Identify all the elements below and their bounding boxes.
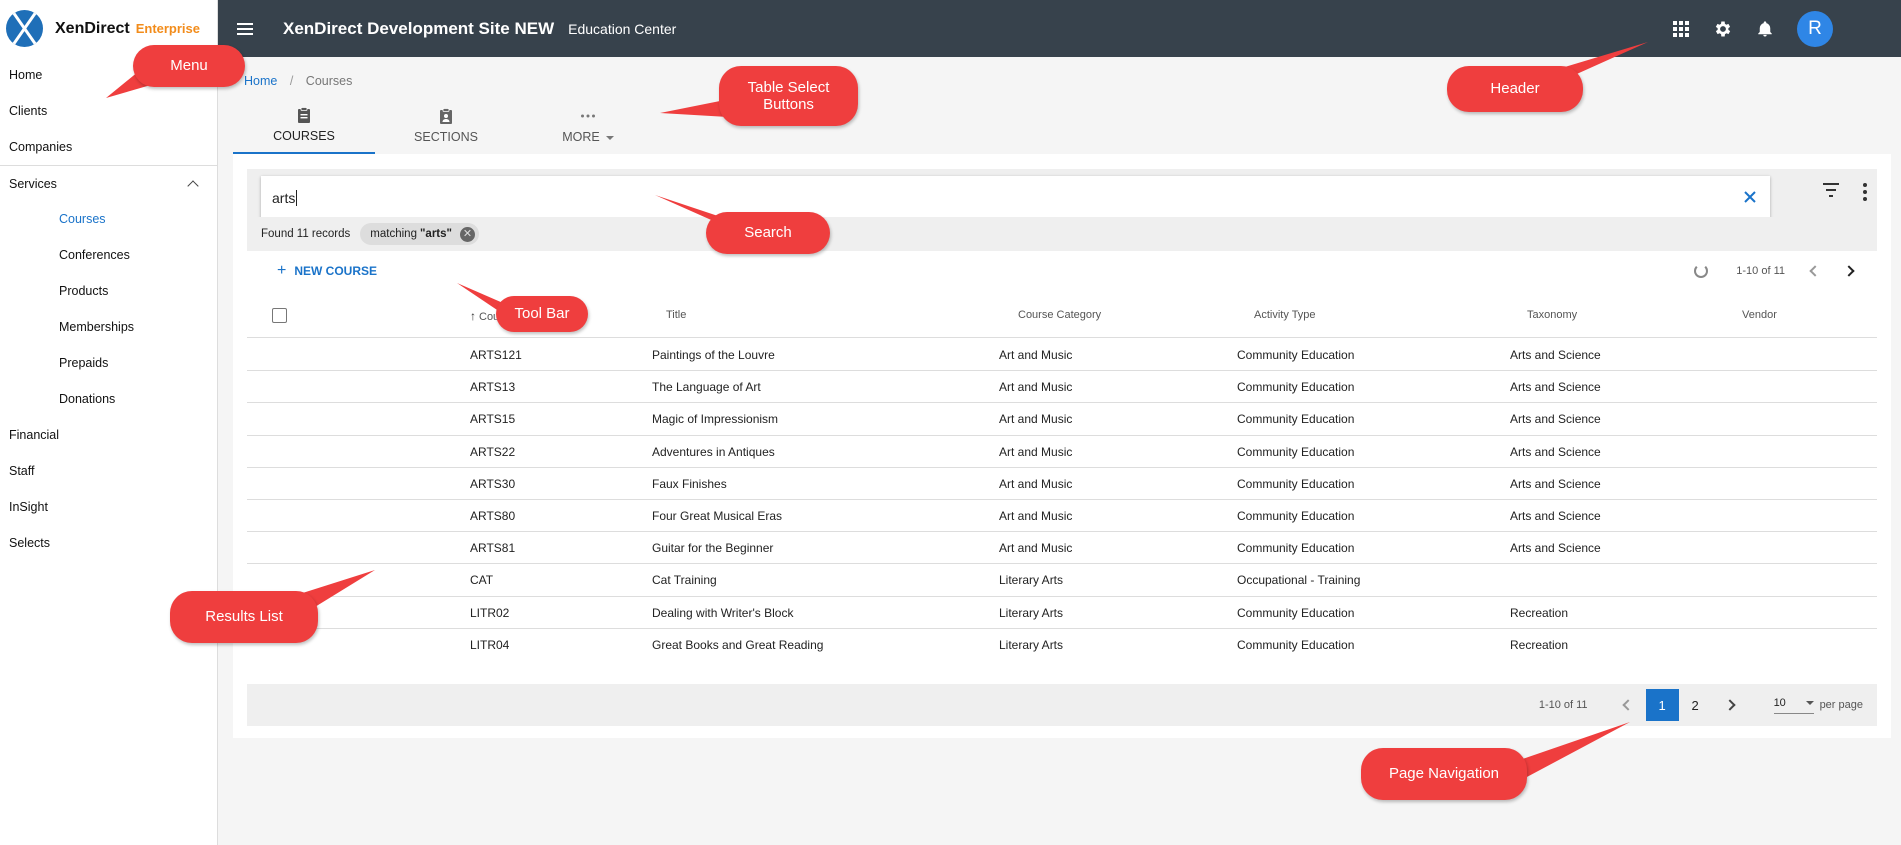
callout-search: Search [706,212,830,254]
callout-table-select: Table Select Buttons [719,66,858,126]
callout-header: Header [1447,66,1583,112]
callout-results-list: Results List [170,591,318,643]
callout-menu: Menu [133,45,245,87]
callout-toolbar: Tool Bar [496,296,588,332]
callout-tails [106,42,1648,778]
callout-page-navigation: Page Navigation [1361,748,1527,800]
